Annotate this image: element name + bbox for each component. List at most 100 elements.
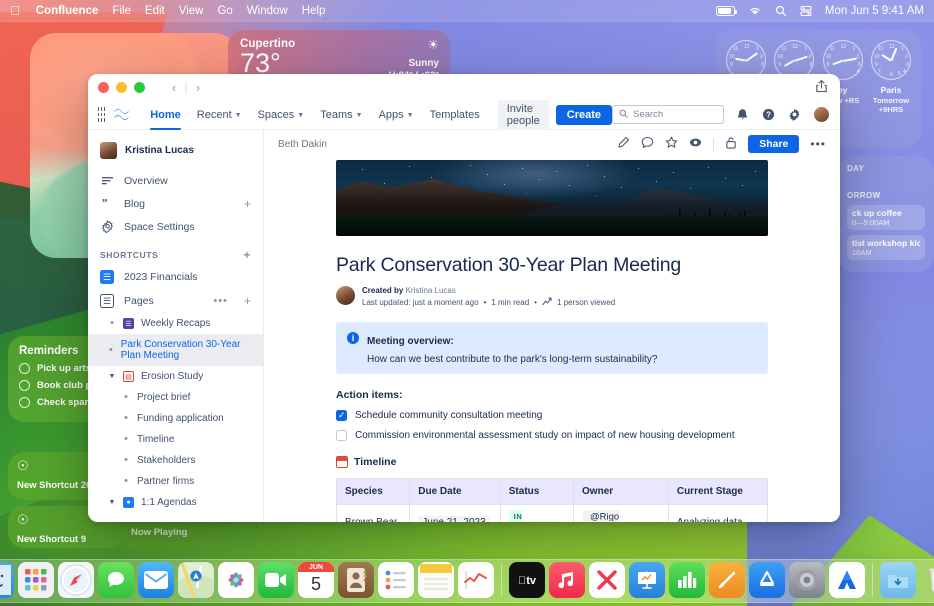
dock-app-finder[interactable]: [0, 562, 14, 598]
notifications-icon[interactable]: [735, 107, 750, 122]
back-button[interactable]: ‹: [164, 80, 184, 95]
calendar-event[interactable]: tist workshop kick... 10AM: [847, 235, 925, 260]
add-page-icon[interactable]: +: [244, 295, 251, 307]
add-shortcut-icon[interactable]: +: [243, 248, 251, 262]
confluence-top-navigation[interactable]: Home Recent▼ Spaces▼ Teams▼ Apps▼ Templa…: [88, 100, 840, 130]
timeline-table[interactable]: Species Due Date Status Owner Current St…: [336, 478, 768, 522]
dock-app-facetime[interactable]: [258, 562, 294, 598]
profile-avatar[interactable]: [813, 106, 830, 123]
sidebar-page-weekly-recaps[interactable]: • ☰ Weekly Recaps: [88, 313, 263, 334]
space-sidebar[interactable]: Kristina Lucas Overview ” Blog + Spac: [88, 130, 264, 522]
calendar-widget[interactable]: DAY ORROW ck up coffee 0—9:00AM tist wor…: [838, 156, 934, 272]
menu-item-edit[interactable]: Edit: [145, 5, 165, 17]
watch-eye-icon[interactable]: [689, 136, 702, 152]
nav-item-recent[interactable]: Recent▼: [189, 100, 250, 130]
menu-item-file[interactable]: File: [112, 5, 131, 17]
task-checkbox[interactable]: [336, 430, 347, 441]
dock-app-photos[interactable]: [218, 562, 254, 598]
checkbox-circle-icon[interactable]: [19, 380, 30, 391]
dock-app-settings[interactable]: [789, 562, 825, 598]
nav-item-templates[interactable]: Templates: [422, 100, 488, 130]
dock-app-music[interactable]: [549, 562, 585, 598]
star-icon[interactable]: [665, 136, 678, 152]
window-titlebar[interactable]: ‹ | ›: [88, 74, 840, 100]
edit-pencil-icon[interactable]: [617, 136, 630, 152]
dock-app-mail[interactable]: [138, 562, 174, 598]
nav-item-apps[interactable]: Apps▼: [371, 100, 422, 130]
menu-item-go[interactable]: Go: [217, 5, 232, 17]
dock-app-news[interactable]: [589, 562, 625, 598]
sidebar-page-stakeholders[interactable]: • Stakeholders: [88, 450, 263, 471]
dock-app-safari[interactable]: [58, 562, 94, 598]
dock-app-contacts[interactable]: [338, 562, 374, 598]
close-window-button[interactable]: [98, 82, 109, 93]
sidebar-item-space-settings[interactable]: Space Settings: [88, 215, 263, 238]
sidebar-shortcut-2023-financials[interactable]: ☰ 2023 Financials: [88, 265, 263, 289]
nav-item-teams[interactable]: Teams▼: [312, 100, 370, 130]
battery-icon[interactable]: [716, 6, 735, 16]
dock-app-numbers[interactable]: [669, 562, 705, 598]
checkbox-circle-icon[interactable]: [19, 397, 30, 408]
share-icon[interactable]: [815, 79, 828, 96]
dock-app-pages[interactable]: [709, 562, 745, 598]
confluence-logo[interactable]: [113, 106, 130, 123]
zoom-window-button[interactable]: [134, 82, 145, 93]
sidebar-page-funding-application[interactable]: • Funding application: [88, 408, 263, 429]
menubar-clock[interactable]: Mon Jun 5 9:41 AM: [825, 5, 924, 17]
nav-item-home[interactable]: Home: [142, 100, 189, 130]
dock-trash[interactable]: [920, 562, 934, 598]
invite-people-button[interactable]: Invite people: [498, 99, 549, 131]
checkbox-circle-icon[interactable]: [19, 363, 30, 374]
search-icon[interactable]: [775, 5, 787, 17]
dock-app-appletv[interactable]: tv: [509, 562, 545, 598]
sidebar-user[interactable]: Kristina Lucas: [88, 139, 263, 169]
control-center-icon[interactable]: [800, 5, 812, 17]
owner-mention[interactable]: @Rigo Rangel: [582, 510, 620, 523]
chevron-down-icon[interactable]: ▼: [108, 499, 116, 506]
search-input[interactable]: Search: [612, 105, 724, 124]
minimize-window-button[interactable]: [116, 82, 127, 93]
apple-logo-icon[interactable]: : [10, 4, 20, 17]
dock-app-notes[interactable]: [418, 562, 454, 598]
menu-item-window[interactable]: Window: [247, 5, 288, 17]
dock-app-stocks[interactable]: [458, 562, 494, 598]
chevron-down-icon[interactable]: ▼: [108, 373, 116, 380]
menu-app-name[interactable]: Confluence: [36, 5, 99, 17]
wifi-icon[interactable]: [748, 5, 762, 16]
dock-app-appstore[interactable]: [749, 562, 785, 598]
calendar-event[interactable]: ck up coffee 0—9:00AM: [847, 205, 925, 230]
restrictions-lock-icon[interactable]: [725, 136, 737, 152]
nav-item-spaces[interactable]: Spaces▼: [250, 100, 313, 130]
table-row[interactable]: Brown Bear June 21, 2023 IN PROGRESS @Ri…: [337, 505, 768, 523]
task-checkbox[interactable]: [336, 410, 347, 421]
dock-app-launchpad[interactable]: [18, 562, 54, 598]
sidebar-pages-header[interactable]: ☰ Pages ••• +: [88, 289, 263, 313]
comment-icon[interactable]: [641, 136, 654, 152]
help-icon[interactable]: ?: [761, 107, 776, 122]
dock-app-maps[interactable]: [178, 562, 214, 598]
now-playing-widget[interactable]: Now Playing: [122, 520, 222, 550]
sidebar-page-erosion-study[interactable]: ▼ ▤ Erosion Study: [88, 366, 263, 387]
app-switcher-icon[interactable]: [98, 107, 105, 122]
sidebar-page-project-brief[interactable]: • Project brief: [88, 387, 263, 408]
sidebar-page-timeline[interactable]: • Timeline: [88, 429, 263, 450]
dock-downloads-folder[interactable]: [880, 562, 916, 598]
macos-dock[interactable]: JUN 5 tv: [0, 559, 934, 603]
share-button[interactable]: Share: [748, 135, 799, 153]
create-button[interactable]: Create: [556, 105, 612, 125]
sidebar-item-overview[interactable]: Overview: [88, 169, 263, 192]
settings-gear-icon[interactable]: [787, 107, 802, 122]
confluence-app-window[interactable]: ‹ | › Home Recent▼ Spaces▼ Teams▼ Apps▼ …: [88, 74, 840, 522]
sidebar-page-partner-firms[interactable]: • Partner firms: [88, 471, 263, 492]
dock-app-confluence[interactable]: [829, 562, 865, 598]
dock-app-keynote[interactable]: [629, 562, 665, 598]
forward-button[interactable]: ›: [188, 80, 208, 95]
add-blog-icon[interactable]: +: [244, 198, 251, 210]
menu-item-help[interactable]: Help: [302, 5, 326, 17]
pages-more-icon[interactable]: •••: [213, 296, 228, 307]
action-item-row[interactable]: Commission environmental assessment stud…: [336, 430, 768, 441]
dock-app-messages[interactable]: [98, 562, 134, 598]
dock-app-reminders[interactable]: [378, 562, 414, 598]
dock-app-calendar[interactable]: JUN 5: [298, 562, 334, 598]
menu-item-view[interactable]: View: [179, 5, 204, 17]
